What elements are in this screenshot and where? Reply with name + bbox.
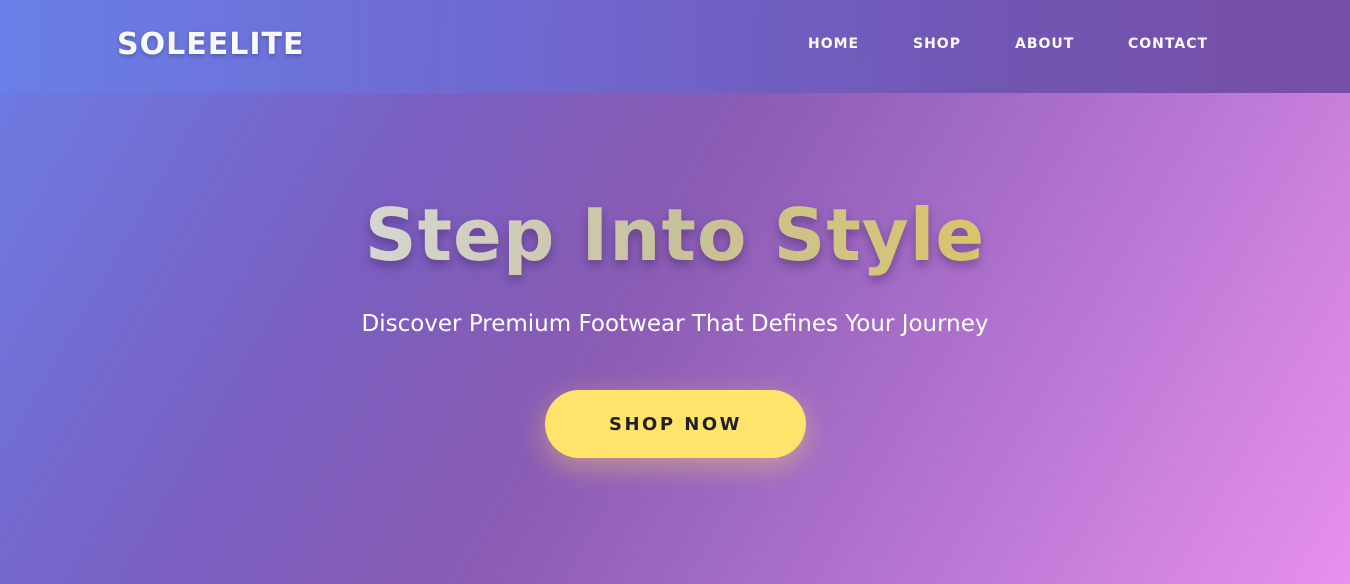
nav-home-link[interactable]: HOME [808,35,859,53]
hero-title: Step Into Style [0,190,1350,280]
nav-contact-link[interactable]: CONTACT [1128,35,1208,53]
hero-subtitle: Discover Premium Footwear That Defines Y… [361,311,989,337]
shop-now-button[interactable]: SHOP NOW [545,390,806,458]
nav-about-link[interactable]: ABOUT [1015,35,1074,53]
site-logo[interactable]: SOLEELITE [117,28,304,62]
nav-shop-link[interactable]: SHOP [913,35,961,53]
hero-title-text: Step Into Style [364,193,986,277]
site-header: SOLEELITE HOME SHOP ABOUT CONTACT [0,0,1350,93]
